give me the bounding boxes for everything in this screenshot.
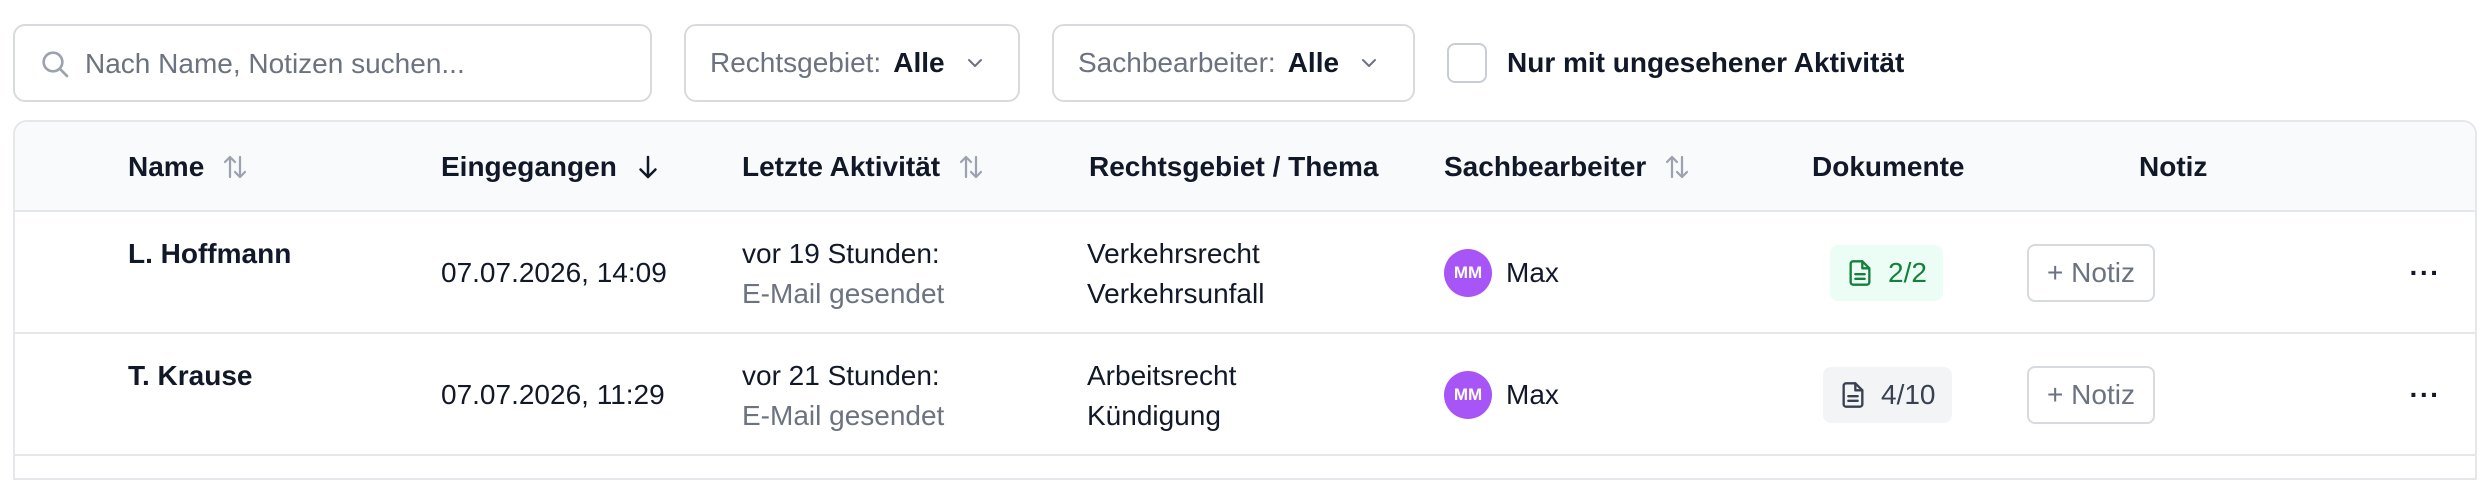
case-name[interactable]: T. Krause bbox=[128, 360, 253, 392]
last-activity: vor 21 Stunden: E-Mail gesendet bbox=[742, 360, 944, 432]
column-header-note: Notiz bbox=[2139, 122, 2207, 212]
more-horizontal-icon[interactable]: ··· bbox=[2400, 253, 2450, 293]
avatar: MM bbox=[1444, 371, 1492, 419]
column-header-note-label: Notiz bbox=[2139, 151, 2208, 182]
clerk-name: Max bbox=[1506, 257, 1559, 288]
table-header: Name Eingegangen Letzte Aktivität Rechts… bbox=[15, 122, 2475, 212]
clerk-name: Max bbox=[1506, 379, 1559, 410]
column-header-name[interactable]: Name bbox=[128, 122, 250, 212]
documents-badge[interactable]: 2/2 bbox=[1830, 245, 1943, 301]
column-header-documents-label: Dokumente bbox=[1812, 151, 1965, 182]
rechtsgebiet-filter-label: Rechtsgebiet: bbox=[710, 47, 882, 78]
search-box[interactable] bbox=[13, 24, 652, 102]
unseen-activity-filter[interactable]: Nur mit ungesehener Aktivität bbox=[1447, 43, 1904, 83]
sort-arrows-icon[interactable] bbox=[220, 152, 250, 182]
table-row[interactable]: T. Krause 07.07.2026, 11:29 vor 21 Stund… bbox=[15, 334, 2475, 456]
rechtsgebiet-filter-dropdown[interactable]: Rechtsgebiet: Alle bbox=[684, 24, 1020, 102]
more-horizontal-icon[interactable]: ··· bbox=[2400, 375, 2450, 415]
column-header-name-label: Name bbox=[128, 151, 205, 182]
last-activity-time: vor 21 Stunden: bbox=[742, 360, 940, 391]
chevron-down-icon bbox=[967, 59, 982, 67]
search-input[interactable] bbox=[85, 42, 625, 86]
sort-arrows-icon[interactable] bbox=[956, 152, 986, 182]
unseen-activity-label: Nur mit ungesehener Aktivität bbox=[1507, 47, 1905, 78]
sort-arrows-icon[interactable] bbox=[1662, 152, 1692, 182]
documents-badge[interactable]: 4/10 bbox=[1823, 367, 1952, 423]
avatar: MM bbox=[1444, 249, 1492, 297]
document-icon bbox=[1842, 382, 1864, 408]
rechtsgebiet-filter-value: Alle bbox=[893, 47, 945, 78]
sachbearbeiter-filter-value: Alle bbox=[1287, 47, 1340, 78]
law-topic: Verkehrsrecht Verkehrsunfall bbox=[1087, 238, 1264, 310]
add-note-button[interactable]: + Notiz bbox=[2027, 366, 2155, 424]
received-date: 07.07.2026, 11:29 bbox=[441, 379, 665, 410]
sachbearbeiter-filter-dropdown[interactable]: Sachbearbeiter: Alle bbox=[1052, 24, 1415, 102]
column-header-law-topic-label: Rechtsgebiet / Thema bbox=[1089, 151, 1379, 182]
unseen-activity-checkbox[interactable] bbox=[1447, 43, 1487, 83]
column-header-documents: Dokumente bbox=[1812, 122, 1964, 212]
column-header-law-topic: Rechtsgebiet / Thema bbox=[1089, 122, 1378, 212]
documents-count: 2/2 bbox=[1888, 257, 1927, 288]
law-topic: Arbeitsrecht Kündigung bbox=[1087, 360, 1236, 432]
column-header-received[interactable]: Eingegangen bbox=[441, 122, 663, 212]
law-area: Arbeitsrecht bbox=[1087, 360, 1237, 391]
chevron-down-icon bbox=[1362, 59, 1377, 67]
law-area: Verkehrsrecht bbox=[1087, 238, 1260, 269]
law-topic-detail: Verkehrsunfall bbox=[1087, 278, 1265, 309]
filter-bar: Rechtsgebiet: Alle Sachbearbeiter: Alle … bbox=[0, 0, 2490, 110]
documents-count: 4/10 bbox=[1881, 379, 1936, 410]
column-header-last-activity[interactable]: Letzte Aktivität bbox=[742, 122, 986, 212]
search-icon bbox=[42, 51, 69, 78]
column-header-clerk[interactable]: Sachbearbeiter bbox=[1444, 122, 1692, 212]
sachbearbeiter-filter-label: Sachbearbeiter: bbox=[1078, 47, 1276, 78]
clerk: MM Max bbox=[1444, 249, 1559, 297]
law-topic-detail: Kündigung bbox=[1087, 400, 1221, 431]
last-activity-description: E-Mail gesendet bbox=[742, 400, 945, 431]
last-activity-description: E-Mail gesendet bbox=[742, 278, 945, 309]
last-activity-time: vor 19 Stunden: bbox=[742, 238, 940, 269]
case-name[interactable]: L. Hoffmann bbox=[128, 238, 291, 270]
received-date: 07.07.2026, 14:09 bbox=[441, 257, 667, 288]
column-header-last-activity-label: Letzte Aktivität bbox=[742, 151, 941, 182]
column-header-received-label: Eingegangen bbox=[441, 151, 617, 182]
cases-table: Name Eingegangen Letzte Aktivität Rechts… bbox=[13, 120, 2477, 480]
document-icon bbox=[1849, 260, 1871, 286]
column-header-clerk-label: Sachbearbeiter bbox=[1444, 151, 1647, 182]
clerk: MM Max bbox=[1444, 371, 1559, 419]
arrow-down-icon[interactable] bbox=[633, 152, 663, 182]
last-activity: vor 19 Stunden: E-Mail gesendet bbox=[742, 238, 944, 310]
add-note-button[interactable]: + Notiz bbox=[2027, 244, 2155, 302]
table-row[interactable]: L. Hoffmann 07.07.2026, 14:09 vor 19 Stu… bbox=[15, 212, 2475, 334]
